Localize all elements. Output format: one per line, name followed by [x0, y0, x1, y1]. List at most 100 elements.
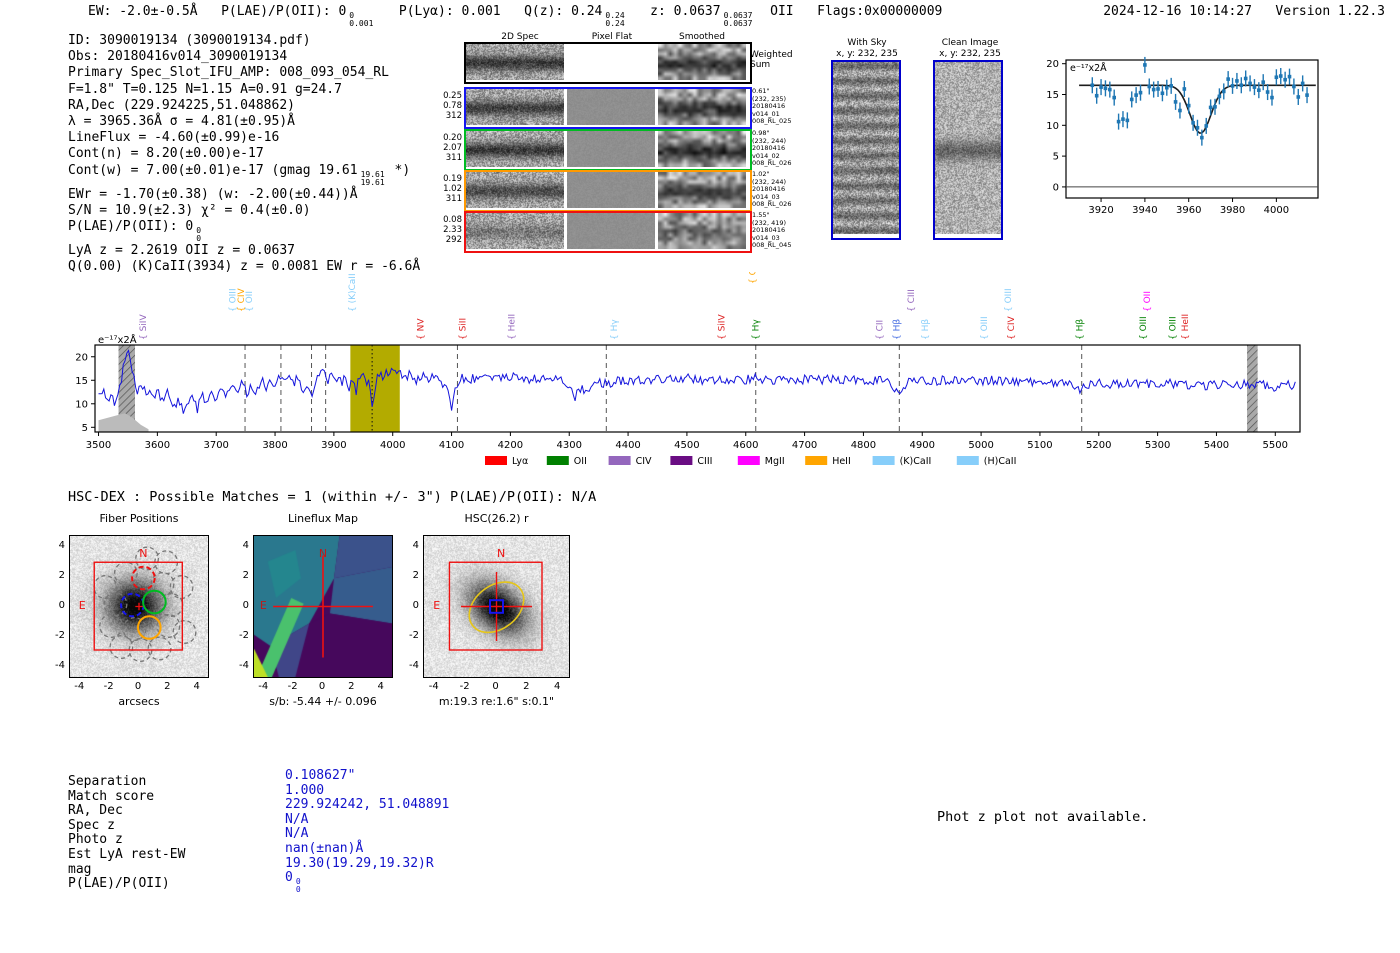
panel-1: Lineflux Map — [239, 512, 407, 525]
panel-xtick: 0 — [134, 681, 142, 692]
montage-right-labels: 1.55" (232, 419) 20180416 v014_03 008_RL_045 — [752, 211, 792, 249]
panel-0: Fiber Positions — [55, 512, 223, 525]
main-flux-units-label: e⁻¹⁷x2Å — [98, 333, 137, 346]
main-xtick: 3900 — [321, 440, 346, 451]
legend-label-0: Lyα — [512, 456, 528, 467]
montage-col-title-smoothed: Smoothed — [679, 32, 725, 42]
main-ytick: 10 — [75, 399, 88, 410]
cutout-ytick: 5 — [1053, 152, 1059, 163]
match-row-label-0: Separation — [68, 774, 147, 789]
compass-north-label: N — [319, 547, 327, 560]
montage-left-labels: 0.19 1.02 311 — [443, 174, 462, 204]
match-row-label-3: Spec z — [68, 817, 115, 833]
emission-line-marker: { OIII — [1139, 316, 1149, 340]
info-line-5: λ = 3965.36Å σ = 4.81(±0.95)Å — [68, 114, 295, 130]
sky-spectrum-region — [98, 413, 149, 432]
main-xtick: 4700 — [792, 440, 817, 451]
info-line-1: Obs: 20180416v014_3090019134 — [68, 49, 288, 65]
main-ytick: 20 — [75, 352, 88, 363]
header-plya: P(Lyα): 0.001 — [398, 4, 501, 19]
fiber-circle — [172, 620, 197, 644]
montage-left-labels: 0.25 0.78 312 — [443, 91, 462, 121]
main-xtick: 4100 — [439, 440, 464, 451]
panel-ytick: 4 — [412, 539, 419, 551]
main-xtick: 4200 — [498, 440, 523, 451]
match-row-value-2: 229.924242, 51.048891 — [285, 797, 450, 813]
panel-xtick: -2 — [459, 681, 470, 692]
main-xtick: 3500 — [86, 440, 111, 451]
header-qz: Q(z): 0.24 — [524, 4, 603, 19]
montage-row-1: 0.25 0.78 312 0.61" (232, 235) 20180416 v014_0… — [440, 87, 840, 129]
cutout-xtick: 3920 — [1088, 205, 1113, 216]
match-row-value-7: 000 — [285, 870, 301, 895]
montage-right-labels: 0.61" (232, 235) 20180416 v014_01 008_RL_025 — [752, 87, 792, 125]
clean-image-title: Clean Image x, y: 232, 235 — [939, 38, 1001, 59]
panel-xtick: 0 — [318, 681, 326, 692]
compass-north-label: N — [497, 547, 505, 560]
panel-title-1: Lineflux Map — [287, 512, 359, 525]
panel-ytick: 2 — [58, 569, 65, 581]
panel-ytick: -4 — [409, 659, 419, 671]
fiber-circle-green — [142, 589, 167, 615]
header-plae-stack: 0 0.001 — [349, 11, 374, 28]
panel-xtick: -4 — [74, 681, 85, 692]
header-qz-stack: 0.24 0.24 — [605, 11, 625, 28]
panel-ytick: -4 — [55, 659, 65, 671]
info-line-9: EWr = -1.70(±0.38) (w: -2.00(±0.44))Å — [68, 186, 358, 202]
legend-label-3: CIII — [697, 456, 712, 467]
montage-right-labels: 0.98" (232, 244) 20180416 v014_02 008_RL_026 — [752, 129, 792, 167]
center-cross — [135, 602, 143, 611]
main-xtick: 4400 — [615, 440, 640, 451]
info-line-3: F=1.8" T=0.125 N=1.15 A=0.91 g=24.7 — [68, 81, 342, 97]
legend-swatch-1 — [546, 456, 569, 465]
montage-row-frame — [464, 129, 752, 171]
legend-swatch-7 — [956, 456, 979, 465]
panel-ytick: 4 — [58, 539, 65, 551]
header-z: z: 0.0637 — [650, 4, 721, 19]
emission-line-marker: { SiII — [459, 318, 469, 340]
montage-left-labels: 0.08 2.33 292 — [443, 215, 462, 245]
panel-overlay-2: NE — [433, 547, 543, 651]
main-xtick: 5500 — [1263, 440, 1288, 451]
panel-ytick: 0 — [412, 599, 419, 611]
montage-left-labels: 0.20 2.07 311 — [443, 133, 462, 163]
panel-xtick: 4 — [193, 681, 200, 692]
fiber-circle — [159, 593, 184, 617]
compass-east-label: E — [433, 599, 440, 612]
fiber-circle — [93, 575, 118, 599]
panel-ytick: 2 — [242, 569, 249, 581]
info-line-0: ID: 3090019134 (3090019134.pdf) — [68, 33, 311, 48]
info-line-4: RA,Dec (229.924225,51.048862) — [68, 97, 295, 113]
legend-label-6: (K)CaII — [900, 456, 932, 467]
match-row-value-3: N/A — [285, 811, 309, 827]
panel-xtick: -4 — [258, 681, 269, 692]
spec2d-montage: 2D Spec Pixel Flat Smoothed 0.25 0.78 312 0… — [440, 28, 840, 258]
emission-line-marker: { Hγ — [752, 319, 762, 340]
fiber-circle-blue — [120, 592, 145, 618]
info-line-6: LineFlux = -4.60(±0.99)e-16 — [68, 130, 280, 146]
main-xtick: 4800 — [851, 440, 876, 451]
main-xtick: 4300 — [557, 440, 582, 451]
panel-2: HSC(26.2) r — [409, 512, 584, 525]
match-row-label-7: P(LAE)/P(OII) — [68, 876, 170, 892]
weighted-sum-label: Weighted Sum — [750, 50, 793, 70]
masked-region-band — [1247, 345, 1258, 432]
legend-swatch-4 — [737, 456, 760, 465]
emission-line-marker: { OIII — [1004, 288, 1014, 312]
legend-swatch-0 — [485, 456, 507, 465]
emission-line-marker: { OII — [1143, 291, 1153, 312]
cutout-ytick: 0 — [1053, 182, 1059, 193]
emission-line-marker: { CIV — [1007, 315, 1017, 340]
montage-row-frame — [464, 42, 752, 84]
main-ytick: 5 — [82, 423, 88, 434]
match-row-label-1: Match score — [68, 788, 155, 804]
header-version: Version 1.22.3 — [1275, 4, 1385, 19]
main-xtick: 3600 — [145, 440, 170, 451]
cutout-flux-units-label: e⁻¹⁷x2Å — [1070, 62, 1107, 74]
match-row-value-5: nan(±nan)Å — [285, 841, 364, 856]
emission-line-marker: { OIII — [980, 316, 990, 340]
fiber-circle-red — [131, 565, 156, 591]
panel-ytick: -2 — [409, 629, 419, 641]
emission-line-marker: { Hγ — [610, 319, 620, 340]
emission-line-marker: { NV — [416, 318, 426, 340]
